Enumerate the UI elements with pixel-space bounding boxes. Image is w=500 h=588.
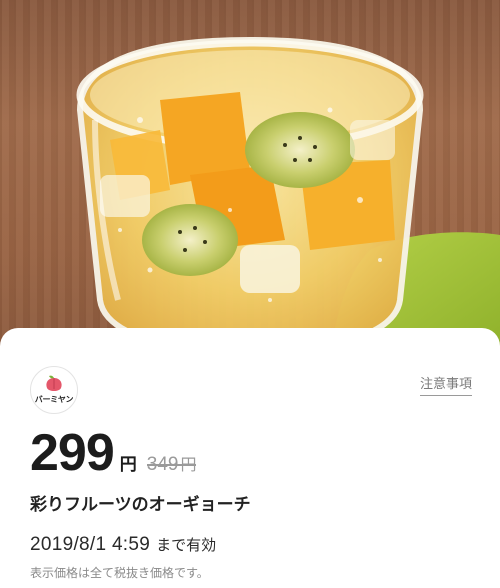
product-photo bbox=[0, 0, 500, 352]
tax-note: 表示価格は全て税抜き価格です。 bbox=[30, 566, 209, 580]
fruit-drink-illustration bbox=[76, 36, 500, 352]
store-brand-text: バーミヤン bbox=[34, 395, 74, 404]
price-row: 299 円 349 円 bbox=[30, 423, 197, 483]
product-name: 彩りフルーツのオーギョーチ bbox=[30, 495, 251, 515]
notes-link[interactable]: 注意事項 bbox=[419, 373, 472, 396]
store-logo: バーミヤン bbox=[30, 366, 78, 414]
validity-suffix: まで有効 bbox=[156, 536, 217, 554]
coupon-card: バーミヤン 注意事項 299 円 349 円 彩りフルーツのオーギョーチ 2019… bbox=[0, 328, 500, 588]
strikethrough-line bbox=[146, 464, 197, 466]
original-price: 349 円 bbox=[146, 451, 197, 476]
validity: 2019/8/1 4:59 まで有効 bbox=[30, 534, 216, 556]
current-price: 299 bbox=[30, 424, 115, 482]
validity-date: 2019/8/1 4:59 bbox=[30, 534, 151, 555]
peach-icon bbox=[46, 375, 62, 391]
current-price-currency: 円 bbox=[119, 455, 137, 475]
